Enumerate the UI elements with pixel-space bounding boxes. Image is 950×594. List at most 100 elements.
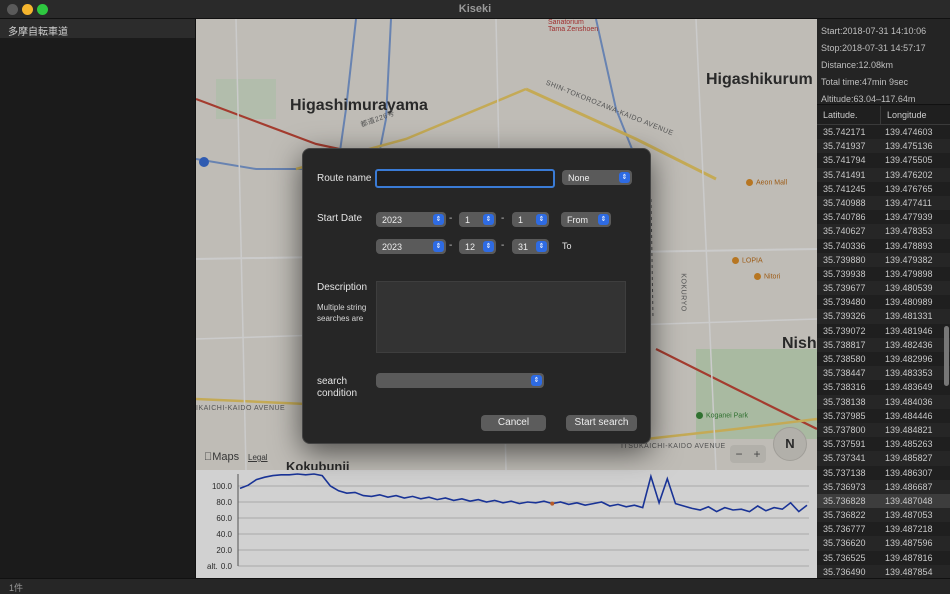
table-row[interactable]: 35.736828 139.487048 — [817, 493, 950, 509]
latitude-cell: 35.741245 — [823, 183, 866, 194]
description-note: Multiple string searches are — [317, 303, 367, 323]
table-row[interactable]: 35.739480 139.480989 — [817, 295, 950, 309]
table-row[interactable]: 35.737800 139.484821 — [817, 422, 950, 438]
to-year-popup[interactable]: 2023 ⇕ — [376, 239, 446, 254]
latitude-cell: 35.736525 — [823, 552, 866, 563]
date-separator: - — [501, 213, 505, 224]
route-list-item[interactable]: 多摩自転車道 — [0, 19, 195, 38]
longitude-cell: 139.479382 — [885, 254, 933, 265]
table-row[interactable]: 35.738580 139.482996 — [817, 352, 950, 366]
table-row[interactable]: 35.741937 139.475136 — [817, 139, 950, 154]
table-row[interactable]: 35.738817 139.482436 — [817, 337, 950, 352]
table-row[interactable]: 35.741245 139.476765 — [817, 182, 950, 196]
description-label: Description — [317, 282, 368, 293]
description-textarea[interactable] — [376, 281, 626, 353]
track-info-panel: Start:2018-07-31 14:10:06 Stop:2018-07-3… — [817, 19, 950, 105]
route-name-input[interactable] — [375, 169, 555, 188]
chevron-updown-icon: ⇕ — [483, 241, 494, 252]
table-header: Latitude. Longitude — [817, 106, 950, 125]
longitude-cell: 139.478353 — [885, 226, 933, 237]
table-row[interactable]: 35.740336 139.478893 — [817, 239, 950, 253]
search-condition-popup[interactable]: ⇕ — [376, 373, 544, 388]
route-name-label: Route name — [317, 173, 372, 184]
table-row[interactable]: 35.738316 139.483649 — [817, 380, 950, 394]
longitude-cell: 139.481331 — [885, 311, 933, 322]
table-row[interactable]: 35.739072 139.481946 — [817, 324, 950, 338]
table-row[interactable]: 35.737341 139.485827 — [817, 451, 950, 466]
longitude-cell: 139.481946 — [885, 325, 933, 336]
table-row[interactable]: 35.740786 139.477939 — [817, 210, 950, 224]
table-row[interactable]: 35.740988 139.477411 — [817, 195, 950, 211]
table-row[interactable]: 35.739880 139.479382 — [817, 252, 950, 267]
from-day-popup[interactable]: 1 ⇕ — [512, 212, 549, 227]
table-row[interactable]: 35.741491 139.476202 — [817, 167, 950, 182]
table-row[interactable]: 35.736490 139.487854 — [817, 564, 950, 578]
start-search-button[interactable]: Start search — [566, 415, 637, 431]
table-row[interactable]: 35.736525 139.487816 — [817, 551, 950, 565]
table-row[interactable]: 35.739677 139.480539 — [817, 281, 950, 296]
latitude-cell: 35.736973 — [823, 481, 866, 492]
longitude-column-header[interactable]: Longitude — [881, 106, 933, 124]
table-row[interactable]: 35.740627 139.478353 — [817, 224, 950, 239]
longitude-cell: 139.477939 — [885, 212, 933, 223]
latitude-cell: 35.739880 — [823, 254, 866, 265]
latitude-cell: 35.736620 — [823, 538, 866, 549]
table-body: 35.742171 139.474603 35.741937 139.475136 35… — [817, 125, 950, 578]
table-scrollbar[interactable] — [944, 326, 949, 386]
table-row[interactable]: 35.739938 139.479898 — [817, 267, 950, 281]
to-day-popup[interactable]: 31 ⇕ — [512, 239, 549, 254]
longitude-cell: 139.475505 — [885, 155, 933, 166]
route-list-sidebar: 多摩自転車道 — [0, 19, 196, 578]
table-row[interactable]: 35.738447 139.483353 — [817, 366, 950, 381]
search-condition-label: search condition — [317, 376, 358, 399]
longitude-cell: 139.482436 — [885, 339, 933, 350]
longitude-cell: 139.476202 — [885, 169, 933, 180]
table-row[interactable]: 35.741794 139.475505 — [817, 153, 950, 167]
search-dialog: Route name None ⇕ Start Date 2023 ⇕ - 1 ⇕ -… — [302, 148, 651, 444]
longitude-cell: 139.479898 — [885, 268, 933, 279]
to-label: To — [562, 241, 572, 251]
longitude-cell: 139.483353 — [885, 368, 933, 379]
kiseki-window: Kiseki 多摩自転車道 Higashimurayama Higashikur… — [0, 0, 950, 594]
title-bar: Kiseki — [0, 0, 950, 19]
latitude-cell: 35.737138 — [823, 467, 866, 478]
from-year-popup[interactable]: 2023 ⇕ — [376, 212, 446, 227]
table-row[interactable]: 35.737138 139.486307 — [817, 466, 950, 480]
status-bar: 1件 — [0, 578, 950, 594]
from-month-popup[interactable]: 1 ⇕ — [459, 212, 496, 227]
window-title: Kiseki — [458, 3, 492, 15]
from-mode-popup[interactable]: From ⇕ — [561, 212, 611, 227]
table-row[interactable]: 35.739326 139.481331 — [817, 309, 950, 324]
latitude-cell: 35.736822 — [823, 510, 866, 521]
date-separator: - — [449, 213, 453, 224]
latitude-cell: 35.740786 — [823, 212, 866, 223]
longitude-cell: 139.486687 — [885, 481, 933, 492]
chevron-updown-icon: ⇕ — [483, 214, 494, 225]
latitude-cell: 35.736777 — [823, 524, 866, 535]
latitude-cell: 35.739480 — [823, 297, 866, 308]
latitude-column-header[interactable]: Latitude. — [817, 106, 881, 124]
chevron-updown-icon: ⇕ — [531, 375, 542, 386]
table-row[interactable]: 35.736973 139.486687 — [817, 479, 950, 494]
longitude-cell: 139.478893 — [885, 240, 933, 251]
table-row[interactable]: 35.738138 139.484036 — [817, 394, 950, 409]
table-row[interactable]: 35.736777 139.487218 — [817, 522, 950, 536]
coordinates-table[interactable]: Latitude. Longitude 35.742171 139.474603 3… — [817, 106, 950, 578]
latitude-cell: 35.741491 — [823, 169, 866, 180]
latitude-cell: 35.738316 — [823, 382, 866, 393]
cancel-button[interactable]: Cancel — [481, 415, 546, 431]
table-row[interactable]: 35.737591 139.485263 — [817, 437, 950, 451]
table-row[interactable]: 35.736620 139.487596 — [817, 536, 950, 551]
table-row[interactable]: 35.737985 139.484446 — [817, 409, 950, 423]
longitude-cell: 139.485263 — [885, 439, 933, 450]
to-month-popup[interactable]: 12 ⇕ — [459, 239, 496, 254]
table-row[interactable]: 35.742171 139.474603 — [817, 125, 950, 139]
latitude-cell: 35.739938 — [823, 268, 866, 279]
latitude-cell: 35.740988 — [823, 197, 866, 208]
date-separator: - — [449, 240, 453, 251]
table-row[interactable]: 35.736822 139.487053 — [817, 508, 950, 523]
latitude-cell: 35.736828 — [823, 495, 866, 506]
route-option-popup[interactable]: None ⇕ — [562, 170, 632, 185]
chevron-updown-icon: ⇕ — [536, 241, 547, 252]
longitude-cell: 139.476765 — [885, 183, 933, 194]
